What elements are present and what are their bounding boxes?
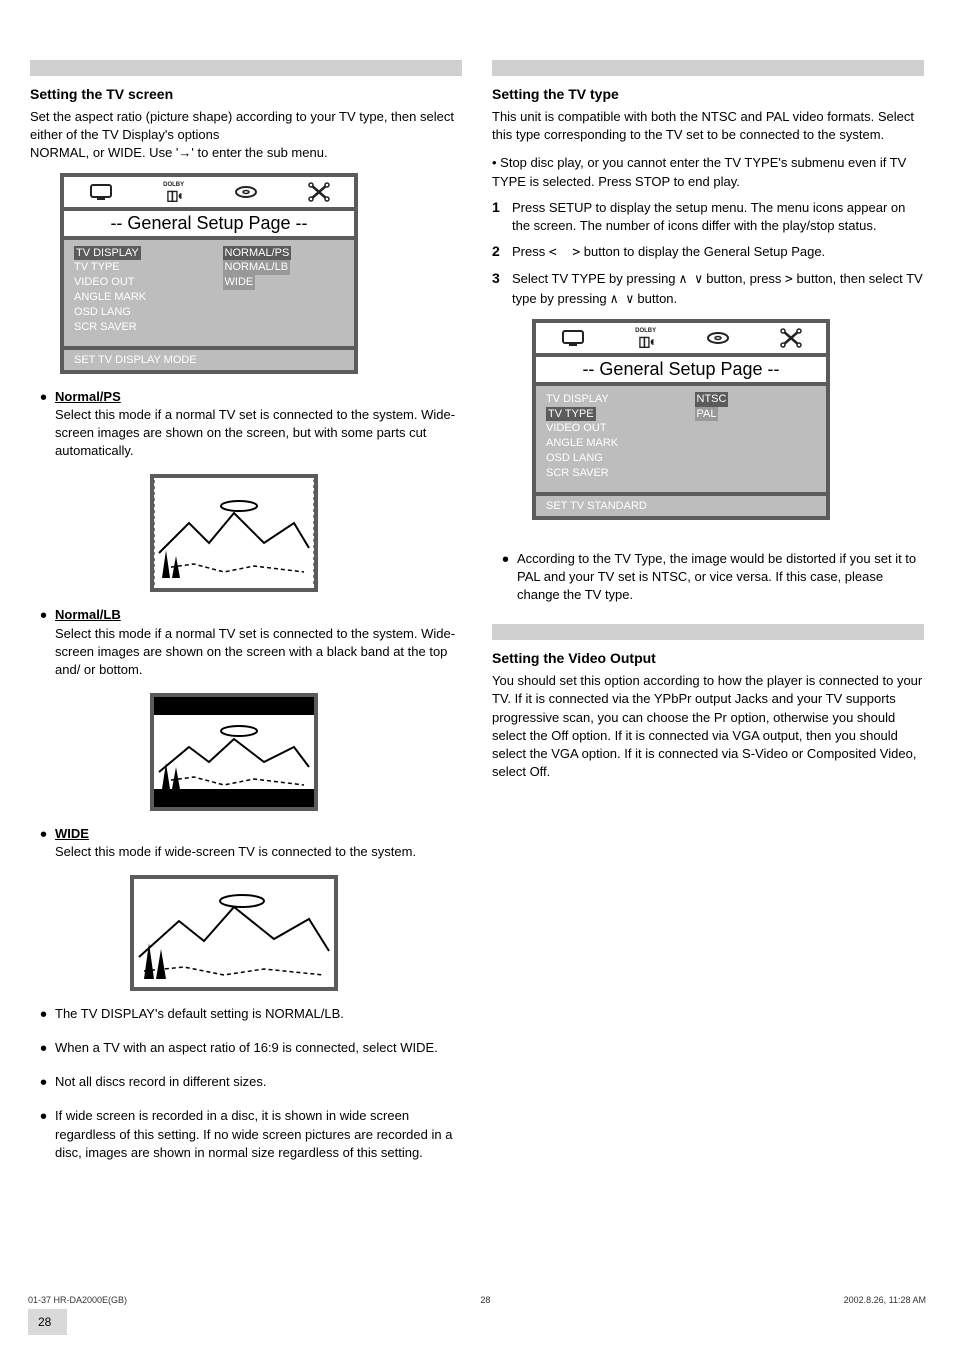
text: button to display the General Setup Page… [584, 244, 825, 259]
tools-icon [780, 328, 802, 348]
menu-item: ANGLE MARK [74, 290, 223, 305]
menu-item-tv-display: TV DISPLAY [74, 246, 141, 261]
section-title-tv-screen: Setting the TV screen [30, 86, 462, 102]
tv-type-intro: This unit is compatible with both the NT… [492, 108, 924, 144]
up-down-icon: ∧ ∨ [679, 272, 702, 287]
general-setup-box-tv-display: DOLBY▯▯◖ -- General Setup Page -- TV DIS… [60, 173, 358, 374]
text: Press [512, 244, 549, 259]
normal-ps-illustration [150, 474, 318, 592]
text: button, press [706, 271, 785, 286]
bullet-icon: • [40, 825, 47, 845]
up-down-icon: ∧ ∨ [610, 292, 633, 307]
bullet-icon: • [40, 1005, 47, 1025]
text: Select TV TYPE by pressing [512, 271, 679, 286]
step-1-body: Press SETUP to display the setup menu. T… [512, 199, 924, 235]
left-right-icon: < > [549, 245, 580, 260]
section-title-tv-type: Setting the TV type [492, 86, 924, 102]
setup-icons-row: DOLBY▯▯◖ [64, 177, 354, 211]
step-1-number: 1 [492, 199, 512, 235]
option-wide: WIDE [223, 275, 256, 290]
setup-page-header: -- General Setup Page -- [64, 211, 354, 240]
menu-item: TV TYPE [74, 260, 223, 275]
setup-left-list: TV DISPLAY TV TYPE VIDEO OUT ANGLE MARK … [546, 392, 695, 488]
dolby-icon: DOLBY▯▯◖ [163, 182, 184, 202]
setup-right-list: NTSC PAL [695, 392, 817, 488]
label-normal-lb: Normal/LB [55, 607, 121, 622]
dolby-icon: DOLBY▯▯◖ [635, 328, 656, 348]
video-output-desc: You should set this option according to … [492, 672, 924, 781]
menu-item: VIDEO OUT [546, 421, 695, 436]
setup-right-list: NORMAL/PS NORMAL/LB WIDE [223, 246, 345, 342]
note-16-9: When a TV with an aspect ratio of 16:9 i… [55, 1039, 462, 1057]
footer-timestamp: 2002.8.26, 11:28 AM [844, 1295, 926, 1305]
menu-item: TV DISPLAY [546, 392, 695, 407]
option-ntsc: NTSC [695, 392, 729, 407]
menu-item: SCR SAVER [546, 466, 695, 481]
text: button. [637, 291, 677, 306]
text: ' to enter the sub menu. [191, 145, 327, 160]
page-number: 28 [28, 1309, 67, 1335]
menu-item-tv-type: TV TYPE [546, 407, 596, 422]
menu-item: OSD LANG [546, 451, 695, 466]
bullet-icon: • [40, 388, 47, 408]
label-normal-ps: Normal/PS [55, 389, 121, 404]
right-arrow-icon: → [178, 145, 191, 160]
option-normal-lb: NORMAL/LB [223, 260, 291, 275]
menu-item: ANGLE MARK [546, 436, 695, 451]
setup-icons-row: DOLBY▯▯◖ [536, 323, 826, 357]
menu-item: OSD LANG [74, 305, 223, 320]
disc-icon [233, 182, 259, 202]
step-2-number: 2 [492, 243, 512, 262]
bullet-icon: • [40, 1107, 47, 1127]
intro-line-1: Set the aspect ratio (picture shape) acc… [30, 108, 462, 144]
desc-normal-lb: Select this mode if a normal TV set is c… [55, 625, 462, 680]
bullet-icon: • [40, 606, 47, 626]
step-2-body: Press < > button to display the General … [512, 243, 924, 262]
tv-type-distortion-note: According to the TV Type, the image woul… [517, 550, 924, 605]
note-wide-recorded: If wide screen is recorded in a disc, it… [55, 1107, 462, 1162]
tools-icon [308, 182, 330, 202]
wide-illustration [130, 875, 338, 991]
section-title-video-output: Setting the Video Output [492, 650, 924, 666]
intro-line-2: NORMAL, or WIDE. Use '→' to enter the su… [30, 144, 462, 162]
menu-item: VIDEO OUT [74, 275, 223, 290]
step-3-body: Select TV TYPE by pressing ∧ ∨ button, p… [512, 270, 924, 308]
setup-left-list: TV DISPLAY TV TYPE VIDEO OUT ANGLE MARK … [74, 246, 223, 342]
tv-icon [560, 328, 586, 348]
disc-icon [705, 328, 731, 348]
desc-wide: Select this mode if wide-screen TV is co… [55, 843, 462, 861]
setup-page-header: -- General Setup Page -- [536, 357, 826, 386]
right-icon: > [785, 272, 793, 287]
note-sizes: Not all discs record in different sizes. [55, 1073, 462, 1091]
footer-page: 28 [480, 1295, 490, 1305]
normal-lb-illustration [150, 693, 318, 811]
step-3-number: 3 [492, 270, 512, 308]
note-default: The TV DISPLAY's default setting is NORM… [55, 1005, 462, 1023]
option-pal: PAL [695, 407, 719, 422]
bullet-icon: • [40, 1073, 47, 1093]
setup-footer-text: SET TV STANDARD [536, 492, 826, 516]
tv-type-note: • Stop disc play, or you cannot enter th… [492, 154, 924, 190]
desc-normal-ps: Select this mode if a normal TV set is c… [55, 406, 462, 461]
setup-footer-text: SET TV DISPLAY MODE [64, 346, 354, 370]
bullet-icon: • [502, 550, 509, 570]
bullet-icon: • [40, 1039, 47, 1059]
tv-icon [88, 182, 114, 202]
menu-item: SCR SAVER [74, 320, 223, 335]
general-setup-box-tv-type: DOLBY▯▯◖ -- General Setup Page -- TV DIS… [532, 319, 830, 520]
footer-filename: 01-37 HR-DA2000E(GB) [28, 1295, 127, 1305]
option-normal-ps: NORMAL/PS [223, 246, 292, 261]
label-wide: WIDE [55, 826, 89, 841]
text: NORMAL, or WIDE. Use ' [30, 145, 178, 160]
